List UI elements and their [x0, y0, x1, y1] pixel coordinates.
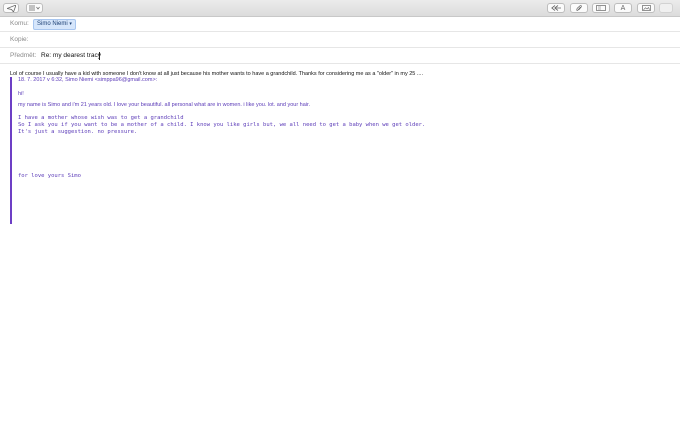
quoted-message: 18. 7. 2017 v 6:32, Simo Niemi <simppa96…: [10, 77, 670, 224]
quote-greeting: hi!: [18, 91, 24, 97]
to-label: Komu:: [10, 20, 29, 27]
extra-button[interactable]: [659, 3, 673, 13]
text-cursor: [99, 52, 100, 60]
header-fields-icon: [596, 5, 606, 11]
send-icon: [6, 4, 16, 12]
quote-line-1: I have a mother whose wish was to get a …: [18, 115, 184, 121]
recipient-token[interactable]: Simo Niemi ▾: [33, 19, 76, 30]
photo-browser-icon: [641, 5, 651, 11]
compose-toolbar: A: [0, 0, 680, 17]
attach-button[interactable]: [570, 3, 588, 13]
header-fields-button[interactable]: [592, 3, 610, 13]
format-list-icon: [29, 5, 40, 11]
reply-arrow-icon: [550, 5, 562, 11]
paperclip-icon: [576, 4, 582, 12]
font-button[interactable]: A: [614, 3, 632, 13]
quote-line-2: So I ask you if you want to be a mother …: [18, 122, 426, 128]
subject-input[interactable]: Re: my dearest tracy: [41, 52, 101, 59]
quote-intro: my name is Simo and i'm 21 years old. I …: [18, 102, 311, 108]
subject-field[interactable]: Předmět: Re: my dearest tracy: [0, 49, 680, 64]
photo-browser-button[interactable]: [637, 3, 655, 13]
font-label: A: [620, 4, 626, 12]
cc-label: Kopie:: [10, 36, 29, 43]
format-list-button[interactable]: [26, 3, 43, 13]
to-field[interactable]: Komu: Simo Niemi ▾: [0, 17, 680, 32]
send-button[interactable]: [3, 3, 19, 13]
quote-header: 18. 7. 2017 v 6:32, Simo Niemi <simppa96…: [18, 77, 158, 83]
subject-label: Předmět:: [10, 52, 37, 59]
quote-signoff: for love yours Simo: [18, 173, 81, 179]
recipient-name: Simo Niemi: [37, 21, 68, 27]
reply-all-button[interactable]: [547, 3, 565, 13]
chevron-down-icon: ▾: [69, 21, 72, 27]
quote-line-3: It's just a suggestion. no pressure.: [18, 129, 138, 135]
cc-field[interactable]: Kopie:: [0, 33, 680, 48]
